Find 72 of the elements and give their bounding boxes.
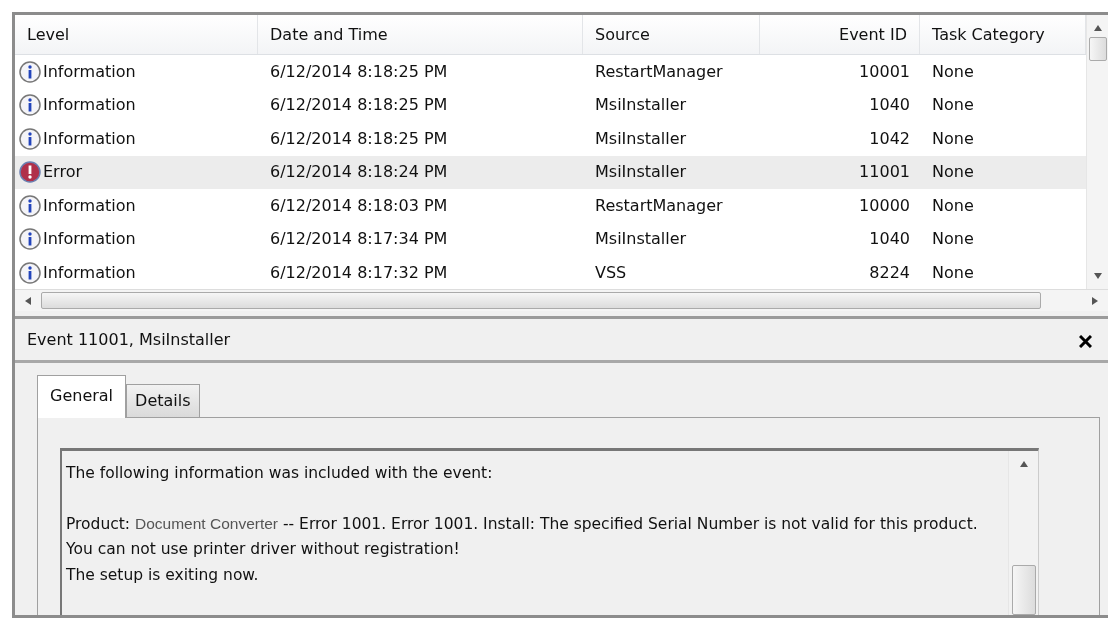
event-row[interactable]: Information 6/12/2014 8:18:03 PM RestartManager 10000 None	[15, 189, 1086, 223]
tab[interactable]: General	[37, 375, 127, 418]
event-row[interactable]: Information 6/12/2014 8:18:25 PM RestartManager 10001 None	[15, 55, 1086, 89]
task-category-cell-text: None	[931, 60, 975, 83]
scroll-right-icon[interactable]	[1090, 295, 1100, 306]
source-cell-text: VSS	[594, 261, 628, 284]
event-id-cell-text: 1040	[868, 94, 911, 117]
date-cell-text: 6/12/2014 8:18:03 PM	[269, 194, 449, 217]
vertical-scrollbar[interactable]	[1008, 451, 1038, 615]
date-cell-text: 6/12/2014 8:18:25 PM	[269, 127, 449, 150]
message-line: Product: Document Converter -- Error 1001. Error 1001. Install: The specified Serial Number is not valid for this product.	[66, 513, 979, 535]
event-row[interactable]: Information 6/12/2014 8:18:25 PM MsiInstaller 1042 None	[15, 122, 1086, 156]
task-category-cell-text: None	[931, 127, 975, 150]
event-row[interactable]: Information 6/12/2014 8:17:34 PM MsiInstaller 1040 None	[15, 222, 1086, 256]
level-text: Error	[43, 161, 82, 184]
date-cell-text: 6/12/2014 8:18:25 PM	[269, 60, 449, 83]
level-text: Information	[43, 94, 136, 117]
task-category-cell-text: None	[931, 228, 975, 251]
info-icon	[19, 94, 41, 117]
date-cell-text: 6/12/2014 8:18:25 PM	[269, 94, 449, 117]
event-id-cell-text: 10000	[858, 194, 911, 217]
info-icon	[19, 228, 41, 251]
scroll-left-icon[interactable]	[23, 295, 33, 306]
source-cell-text: MsiInstaller	[594, 127, 688, 150]
event-row[interactable]: Information 6/12/2014 8:17:32 PM VSS 8224 None	[15, 256, 1086, 289]
source-cell-text: MsiInstaller	[594, 228, 688, 251]
event-title: Event 11001, MsiInstaller	[27, 328, 231, 351]
info-icon	[19, 60, 41, 83]
date-cell-text: 6/12/2014 8:17:32 PM	[269, 261, 449, 284]
event-row[interactable]: Error 6/12/2014 8:18:24 PM MsiInstaller 11001 None	[15, 155, 1086, 189]
event-id-cell-text: 1042	[868, 127, 911, 150]
info-icon	[19, 194, 41, 217]
event-id-cell-text: 8224	[868, 261, 911, 284]
source-cell-text: MsiInstaller	[594, 94, 688, 117]
message-line: The setup is exiting now.	[66, 564, 260, 586]
message-line: The following information was included with the event:	[66, 463, 494, 484]
scroll-up-icon[interactable]	[1018, 459, 1029, 469]
info-icon	[19, 127, 41, 150]
scrollbar-thumb[interactable]	[1011, 565, 1036, 615]
column-header[interactable]: Date and Time	[258, 15, 583, 54]
info-icon	[19, 261, 41, 284]
task-category-cell-text: None	[931, 161, 975, 184]
scroll-down-icon[interactable]	[1092, 271, 1103, 281]
event-id-cell-text: 11001	[858, 161, 911, 184]
message-text-box[interactable]	[60, 448, 1039, 615]
message-line: You can not use printer driver without registration!	[66, 539, 461, 560]
level-text: Information	[43, 228, 136, 251]
source-cell-text: RestartManager	[594, 60, 724, 83]
date-cell-text: 6/12/2014 8:17:34 PM	[269, 228, 449, 251]
horizontal-scrollbar[interactable]	[15, 289, 1108, 311]
level-text: Information	[43, 127, 136, 150]
level-text: Information	[43, 194, 136, 217]
event-row[interactable]: Information 6/12/2014 8:18:25 PM MsiInstaller 1040 None	[15, 88, 1086, 122]
scrollbar-thumb[interactable]	[1088, 37, 1107, 61]
task-category-cell-text: None	[931, 94, 975, 117]
column-header[interactable]: Event ID	[760, 15, 920, 54]
error-icon	[19, 161, 41, 184]
source-cell-text: RestartManager	[594, 194, 724, 217]
event-id-cell-text: 1040	[868, 228, 911, 251]
tab[interactable]: Details	[126, 384, 200, 417]
date-cell-text: 6/12/2014 8:18:24 PM	[269, 161, 449, 184]
level-text: Information	[43, 261, 136, 284]
source-cell-text: MsiInstaller	[594, 161, 688, 184]
task-category-cell-text: None	[931, 194, 975, 217]
scroll-up-icon[interactable]	[1092, 23, 1103, 33]
task-category-cell-text: None	[931, 261, 975, 284]
scrollbar-thumb[interactable]	[41, 292, 1041, 309]
event-id-cell-text: 10001	[858, 60, 911, 83]
level-text: Information	[43, 60, 136, 83]
vertical-scrollbar[interactable]	[1086, 15, 1108, 289]
column-header[interactable]: Level	[15, 15, 258, 54]
column-header[interactable]: Source	[583, 15, 760, 54]
